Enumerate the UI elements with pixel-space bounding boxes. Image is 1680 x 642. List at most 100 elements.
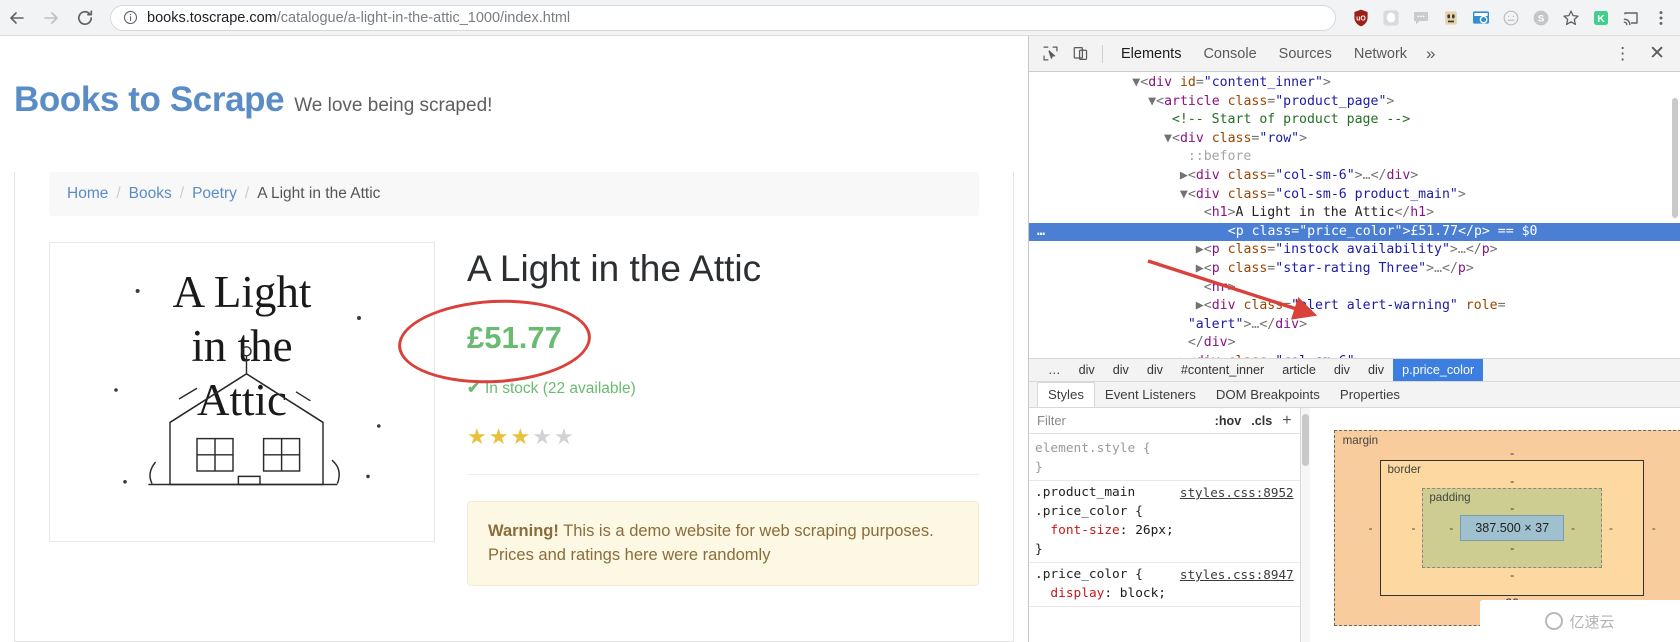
dom-node[interactable]: <!-- Start of product page --> bbox=[1029, 111, 1680, 130]
tab-sources[interactable]: Sources bbox=[1268, 41, 1343, 67]
dom-node[interactable]: ▶<div class="alert alert-warning" role= bbox=[1029, 297, 1680, 316]
css-selector: element.style { bbox=[1035, 441, 1151, 456]
robot-extension-icon[interactable] bbox=[1436, 3, 1466, 33]
forward-button[interactable] bbox=[34, 1, 68, 35]
extension-white-shield-icon[interactable] bbox=[1376, 3, 1406, 33]
cast-icon[interactable] bbox=[1616, 3, 1646, 33]
styles-scrollbar[interactable] bbox=[1300, 408, 1310, 642]
chevron-double-right-icon[interactable]: » bbox=[1418, 44, 1443, 64]
node-crumb-6[interactable]: div bbox=[1325, 359, 1359, 381]
hov-toggle[interactable]: :hov bbox=[1215, 414, 1242, 428]
dom-node[interactable]: ▶<div class="col-sm-6"> bbox=[1029, 353, 1680, 358]
dom-node[interactable]: ▼<div id="content_inner"> bbox=[1029, 74, 1680, 93]
box-padding[interactable]: padding - - 387.500 × 37 - - bbox=[1422, 488, 1602, 568]
dom-node[interactable]: ▶<p class="instock availability">…</p> bbox=[1029, 241, 1680, 260]
kaspersky-k-icon[interactable]: K bbox=[1586, 3, 1616, 33]
dom-node[interactable]: ▼<article class="product_page"> bbox=[1029, 93, 1680, 112]
box-padding-left-value[interactable]: - bbox=[1449, 522, 1453, 535]
tab-network[interactable]: Network bbox=[1343, 41, 1418, 67]
css-source-link[interactable]: styles.css:8947 bbox=[1180, 565, 1294, 584]
address-bar[interactable]: books.toscrape.com/catalogue/a-light-in-… bbox=[110, 4, 1336, 31]
product-main: A Light in the Attic £51.77 ✔ In stock (2… bbox=[395, 242, 979, 586]
box-padding-bottom-value[interactable]: - bbox=[1449, 541, 1575, 555]
dom-node[interactable]: </div> bbox=[1029, 334, 1680, 353]
screenshot-camera-icon[interactable] bbox=[1466, 3, 1496, 33]
css-declaration[interactable]: font-size: 26px; bbox=[1035, 521, 1300, 540]
back-button[interactable] bbox=[0, 1, 34, 35]
box-margin-right-value[interactable]: - bbox=[1652, 522, 1656, 535]
tab-event-listeners[interactable]: Event Listeners bbox=[1095, 382, 1206, 407]
box-border-left-value[interactable]: - bbox=[1411, 522, 1415, 535]
dom-node[interactable]: ▼<div class="col-sm-6 product_main"> bbox=[1029, 186, 1680, 205]
smiley-face-icon[interactable] bbox=[1496, 3, 1526, 33]
node-crumb-0[interactable]: … bbox=[1039, 359, 1070, 381]
disclosure-triangle-closed-icon[interactable]: ▶ bbox=[1196, 261, 1204, 276]
close-icon[interactable]: ✕ bbox=[1640, 44, 1674, 63]
speech-bubble-icon[interactable] bbox=[1406, 3, 1436, 33]
bookmark-star-icon[interactable] bbox=[1556, 3, 1586, 33]
tab-properties[interactable]: Properties bbox=[1330, 382, 1410, 407]
dom-node[interactable]: ▶<p class="star-rating Three">…</p> bbox=[1029, 260, 1680, 279]
css-source-link[interactable]: styles.css:8952 bbox=[1180, 483, 1294, 502]
node-crumb-8[interactable]: p.price_color bbox=[1393, 359, 1484, 381]
tab-elements[interactable]: Elements bbox=[1110, 41, 1192, 67]
disclosure-triangle-open-icon[interactable]: ▼ bbox=[1180, 187, 1188, 202]
dom-node[interactable]: "alert">…</div> bbox=[1029, 316, 1680, 335]
cls-toggle[interactable]: .cls bbox=[1251, 414, 1272, 428]
disclosure-triangle-closed-icon[interactable]: ▶ bbox=[1196, 242, 1204, 257]
dom-node[interactable]: ▶<div class="col-sm-6">…</div> bbox=[1029, 167, 1680, 186]
ublock-origin-icon[interactable]: uO bbox=[1346, 3, 1376, 33]
dom-node-selected[interactable]: … <p class="price_color">£51.77</p> == $… bbox=[1029, 222, 1680, 242]
filter-placeholder-label[interactable]: Filter bbox=[1037, 413, 1066, 428]
skype-icon[interactable]: S bbox=[1526, 3, 1556, 33]
new-style-rule-button[interactable]: + bbox=[1282, 412, 1291, 429]
box-padding-right-value[interactable]: - bbox=[1571, 522, 1575, 535]
box-border[interactable]: border - - padding - - 387.500 × 37 - - … bbox=[1380, 460, 1644, 596]
product-image[interactable]: A Light in the Attic bbox=[49, 242, 435, 542]
dom-node[interactable]: <hr> bbox=[1029, 279, 1680, 298]
css-declaration[interactable]: display: block; bbox=[1035, 584, 1300, 603]
box-border-right-value[interactable]: - bbox=[1609, 522, 1613, 535]
node-crumb-3[interactable]: div bbox=[1138, 359, 1172, 381]
dom-node[interactable]: ::before bbox=[1029, 148, 1680, 167]
node-crumb-7[interactable]: div bbox=[1359, 359, 1393, 381]
dom-node-breadcrumb: … div div div #content_inner article div div p.p… bbox=[1029, 358, 1680, 382]
breadcrumb-item-home[interactable]: Home bbox=[67, 185, 108, 202]
disclosure-triangle-closed-icon[interactable]: ▶ bbox=[1196, 298, 1204, 313]
css-rule-product-main-price-color[interactable]: styles.css:8952 .product_main .price_col… bbox=[1029, 481, 1300, 563]
styles-scrollbar-thumb[interactable] bbox=[1301, 414, 1309, 466]
css-rule-price-color[interactable]: styles.css:8947 .price_color { display: … bbox=[1029, 563, 1300, 607]
node-crumb-2[interactable]: div bbox=[1104, 359, 1138, 381]
disclosure-triangle-open-icon[interactable]: ▼ bbox=[1148, 94, 1156, 109]
dom-tree[interactable]: ▼<div id="content_inner"> ▼<article clas… bbox=[1029, 72, 1680, 358]
tab-styles[interactable]: Styles bbox=[1037, 382, 1095, 407]
kebab-menu-icon[interactable]: ⋮ bbox=[1605, 45, 1640, 62]
breadcrumb-item-poetry[interactable]: Poetry bbox=[192, 185, 237, 202]
tab-dom-breakpoints[interactable]: DOM Breakpoints bbox=[1206, 382, 1330, 407]
box-border-bottom-value[interactable]: - bbox=[1411, 568, 1612, 582]
chrome-menu-icon[interactable] bbox=[1646, 3, 1676, 33]
toggle-device-toolbar-icon[interactable] bbox=[1065, 41, 1095, 67]
box-margin-top-value[interactable]: - bbox=[1369, 446, 1656, 460]
node-crumb-4[interactable]: #content_inner bbox=[1172, 359, 1273, 381]
star-rating: ★★★★★ bbox=[467, 424, 979, 450]
page-info-icon[interactable] bbox=[123, 10, 138, 25]
box-margin-left-value[interactable]: - bbox=[1369, 522, 1373, 535]
disclosure-triangle-closed-icon[interactable]: ▶ bbox=[1180, 354, 1188, 358]
disclosure-triangle-closed-icon[interactable]: ▶ bbox=[1180, 168, 1188, 183]
reload-button[interactable] bbox=[68, 1, 102, 35]
box-border-top-value[interactable]: - bbox=[1411, 474, 1612, 488]
tab-console[interactable]: Console bbox=[1192, 41, 1267, 67]
node-crumb-5[interactable]: article bbox=[1273, 359, 1325, 381]
disclosure-triangle-open-icon[interactable]: ▼ bbox=[1164, 131, 1172, 146]
dom-node[interactable]: <h1>A Light in the Attic</h1> bbox=[1029, 204, 1680, 223]
node-crumb-1[interactable]: div bbox=[1070, 359, 1104, 381]
box-content-size[interactable]: 387.500 × 37 bbox=[1460, 515, 1565, 541]
dom-tree-scrollbar[interactable] bbox=[1672, 98, 1678, 218]
box-margin[interactable]: margin - - border - - padding - - 387.50… bbox=[1333, 430, 1680, 626]
breadcrumb-item-books[interactable]: Books bbox=[129, 185, 172, 202]
site-brand[interactable]: Books to Scrape bbox=[14, 80, 285, 119]
css-rule-element-style[interactable]: element.style { } bbox=[1029, 437, 1300, 481]
inspect-element-icon[interactable] bbox=[1035, 41, 1065, 67]
dom-node[interactable]: ▼<div class="row"> bbox=[1029, 130, 1680, 149]
